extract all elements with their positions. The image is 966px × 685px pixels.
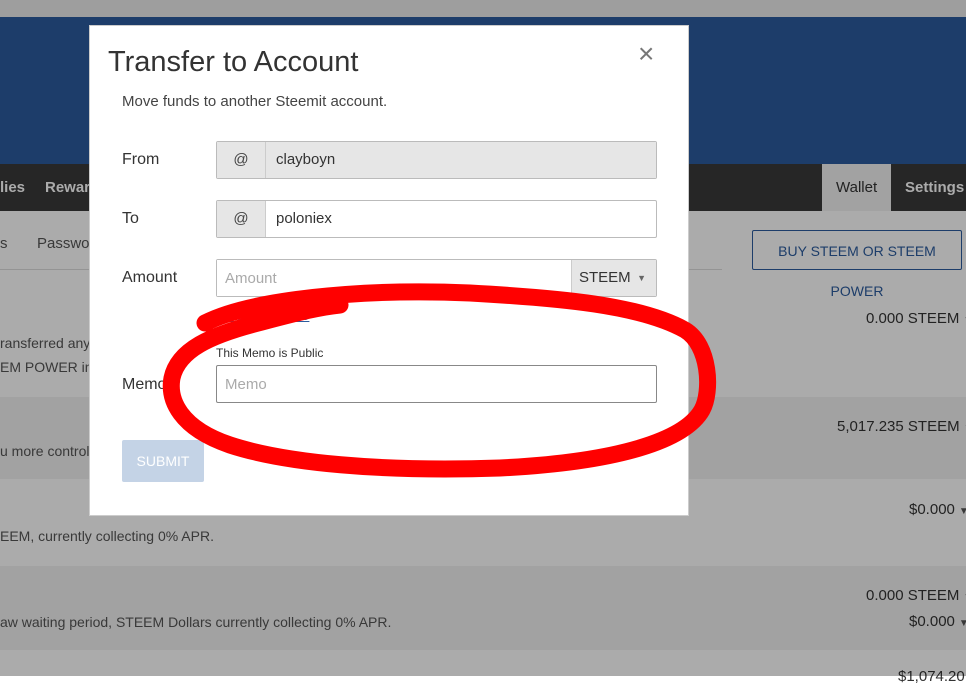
memo-hint: This Memo is Public <box>216 346 324 360</box>
asset-select[interactable]: STEEM ▼ <box>571 260 656 296</box>
from-label: From <box>122 151 160 168</box>
caret-down-icon: ▼ <box>637 273 646 283</box>
to-field[interactable]: @ poloniex <box>216 200 657 238</box>
close-icon[interactable]: × <box>638 38 654 70</box>
modal-title: Transfer to Account <box>108 46 359 78</box>
memo-input[interactable] <box>216 365 657 403</box>
balance-link[interactable]: Balance: 0.000 <box>216 307 309 323</box>
amount-field: STEEM ▼ <box>216 259 657 297</box>
amount-label: Amount <box>122 269 178 286</box>
from-value: clayboyn <box>266 142 656 178</box>
modal-subtitle: Move funds to another Steemit account. <box>122 93 388 110</box>
asset-select-value: STEEM <box>579 269 631 286</box>
transfer-modal: Transfer to Account × Move funds to anot… <box>89 25 689 516</box>
to-value[interactable]: poloniex <box>266 201 656 237</box>
submit-button[interactable]: SUBMIT <box>122 440 204 482</box>
to-label: To <box>122 210 139 227</box>
from-field: @ clayboyn <box>216 141 657 179</box>
amount-input[interactable] <box>217 260 571 296</box>
memo-label: Memo <box>122 376 167 393</box>
at-sign-icon: @ <box>217 142 266 178</box>
at-sign-icon: @ <box>217 201 266 237</box>
